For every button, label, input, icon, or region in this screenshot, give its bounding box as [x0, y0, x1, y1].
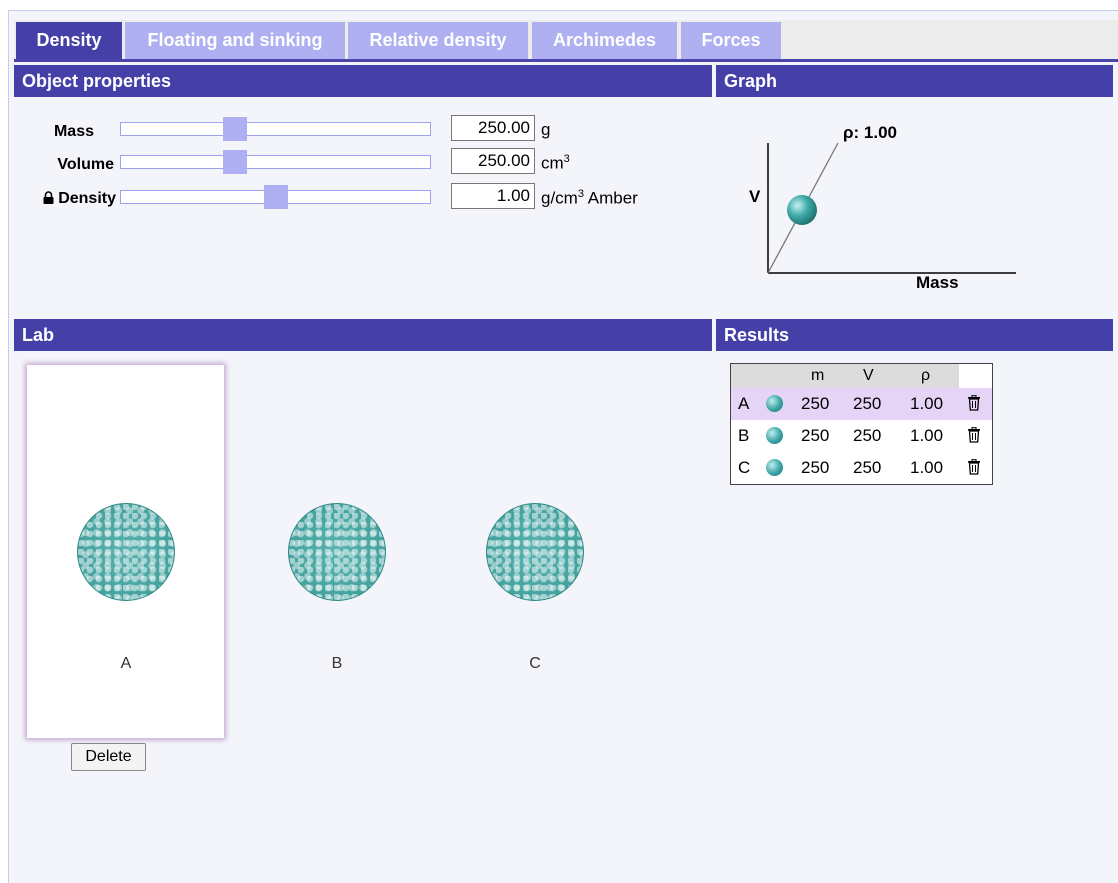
mass-slider-thumb[interactable]	[223, 117, 248, 141]
tab-archimedes[interactable]: Archimedes	[532, 22, 677, 59]
graph-y-label: V	[749, 187, 761, 206]
lab-object-c[interactable]	[486, 503, 584, 601]
row-m: 250	[801, 394, 830, 413]
row-id: A	[738, 394, 750, 413]
row-rho: 1.00	[910, 394, 944, 413]
tab-density[interactable]: Density	[16, 22, 122, 59]
results-title: Results	[716, 319, 1113, 351]
lab-object-a-label: A	[120, 655, 132, 672]
tab-floating-and-sinking[interactable]: Floating and sinking	[125, 22, 345, 59]
mass-input[interactable]: 250.00	[451, 115, 535, 141]
tab-bar: Density Floating and sinking Relative de…	[14, 20, 1118, 62]
header-v: V	[863, 367, 874, 384]
mass-slider[interactable]	[120, 117, 431, 141]
volume-slider-thumb[interactable]	[223, 150, 248, 174]
object-properties-panel: Object properties Mass 250.00 g Volume 2…	[14, 65, 712, 313]
rho-label: ρ: 1.00	[843, 123, 897, 142]
trash-icon[interactable]	[967, 394, 981, 411]
density-input[interactable]: 1.00	[451, 183, 535, 209]
row-id: B	[738, 426, 750, 445]
object-icon	[766, 395, 783, 412]
results-table: m V ρ A 250 250 1.00 B 250 250 1.00 C 25…	[730, 363, 993, 485]
lab-title: Lab	[14, 319, 712, 351]
volume-slider[interactable]	[120, 150, 431, 174]
material-name: Amber	[587, 188, 638, 208]
row-rho: 1.00	[910, 426, 944, 445]
object-icon	[766, 427, 783, 444]
trash-icon[interactable]	[967, 458, 981, 475]
density-unit: g/cm3 Amber	[541, 188, 638, 208]
lab-object-a[interactable]	[77, 503, 175, 601]
mass-label: Mass	[53, 123, 94, 140]
graph-x-label: Mass	[916, 273, 959, 292]
trash-icon[interactable]	[967, 426, 981, 443]
object-properties-title: Object properties	[14, 65, 712, 97]
row-v: 250	[853, 394, 882, 413]
lab-object-b-label: B	[331, 655, 343, 672]
row-id: C	[738, 458, 751, 477]
tab-relative-density[interactable]: Relative density	[348, 22, 528, 59]
graph-panel: Graph ρ: 1.00 V Mass	[716, 65, 1113, 313]
tab-forces[interactable]: Forces	[681, 22, 781, 59]
mass-unit: g	[541, 120, 551, 139]
graph-object-marker	[787, 195, 817, 225]
density-label: Density	[58, 190, 116, 207]
header-rho: ρ	[921, 367, 931, 384]
density-graph: ρ: 1.00 V Mass	[749, 123, 1016, 292]
delete-button[interactable]: Delete	[71, 743, 146, 771]
volume-input[interactable]: 250.00	[451, 148, 535, 174]
density-label-group: Density	[28, 190, 116, 208]
results-row-b[interactable]: B 250 250 1.00	[731, 420, 992, 452]
row-m: 250	[801, 426, 830, 445]
volume-label: Volume	[57, 156, 114, 173]
lab-object-c-label: C	[529, 655, 541, 672]
volume-unit: cm3	[541, 153, 570, 173]
row-m: 250	[801, 458, 830, 477]
results-row-a[interactable]: A 250 250 1.00	[731, 388, 992, 420]
object-icon	[766, 459, 783, 476]
row-v: 250	[853, 426, 882, 445]
lab-object-b[interactable]	[288, 503, 386, 601]
header-m: m	[811, 367, 825, 384]
results-row-c[interactable]: C 250 250 1.00	[731, 452, 992, 484]
density-slider-thumb[interactable]	[263, 185, 288, 209]
results-header-row: m V ρ	[731, 364, 959, 388]
row-v: 250	[853, 458, 882, 477]
row-rho: 1.00	[910, 458, 944, 477]
density-slider[interactable]	[120, 185, 431, 209]
lock-icon[interactable]	[43, 190, 58, 207]
